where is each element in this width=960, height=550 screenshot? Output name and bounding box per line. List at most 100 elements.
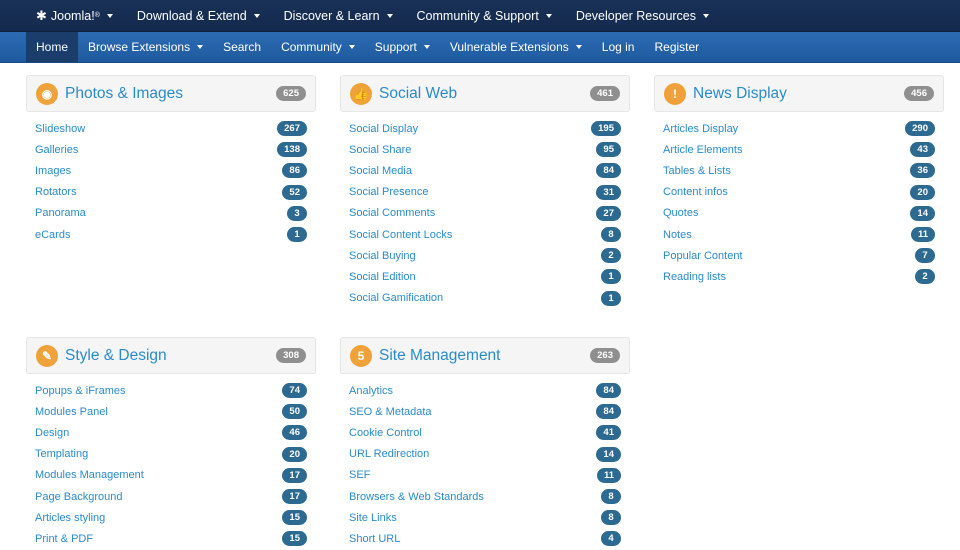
nav-item-support[interactable]: Support <box>365 32 440 62</box>
menu-developer-resources[interactable]: Developer Resources <box>564 0 721 32</box>
subcategory-list: Analytics 84 SEO & Metadata 84 Cookie Contro… <box>340 380 630 550</box>
subcategory-link[interactable]: Galleries 138 <box>35 139 307 160</box>
chevron-down-icon <box>423 45 430 49</box>
subcategory-link[interactable]: Modules Management 17 <box>35 465 307 486</box>
subcategory-link[interactable]: Short URL 4 <box>349 528 621 549</box>
camera-icon: ◉ <box>36 82 58 105</box>
subcategory-link[interactable]: Analytics 84 <box>349 380 621 401</box>
subcategory-link[interactable]: Social Share 95 <box>349 139 621 160</box>
subcategory-link[interactable]: SEO & Metadata 84 <box>349 401 621 422</box>
subcategory-count-badge: 27 <box>596 205 621 221</box>
chevron-down-icon <box>575 45 582 49</box>
subcategory-link[interactable]: SEF 11 <box>349 465 621 486</box>
category-header[interactable]: ! News Display 456 <box>654 75 944 112</box>
nav-item-label: Community <box>281 40 342 54</box>
subcategory-link[interactable]: Social Gamification 1 <box>349 288 621 309</box>
category-panel-site-management: 5 Site Management 263 Analytics 84 SEO & Meta… <box>340 337 630 550</box>
subcategory-link[interactable]: Print & PDF 15 <box>35 528 307 549</box>
subcategory-link[interactable]: Images 86 <box>35 160 307 181</box>
category-header[interactable]: ◉ Photos & Images 625 <box>26 75 316 112</box>
subcategory-label: Content infos <box>663 186 728 199</box>
subcategory-label: Images <box>35 164 72 177</box>
nav-item-community[interactable]: Community <box>271 32 365 62</box>
nav-item-vulnerable-extensions[interactable]: Vulnerable Extensions <box>440 32 592 62</box>
subcategory-link[interactable]: Articles styling 15 <box>35 507 307 528</box>
brush-icon: ✎ <box>36 344 58 367</box>
nav-item-label: Support <box>374 40 417 54</box>
subcategory-label: Popups & iFrames <box>35 384 126 397</box>
subcategory-link[interactable]: Content infos 20 <box>663 182 935 203</box>
subcategory-label: Site Links <box>349 511 397 524</box>
subcategory-link[interactable]: Social Display 195 <box>349 118 621 139</box>
nav-item-search[interactable]: Search <box>213 32 271 62</box>
subcategory-link[interactable]: Slideshow 267 <box>35 118 307 139</box>
subcategory-count-badge: 267 <box>277 121 307 137</box>
subcategory-count-badge: 14 <box>596 446 621 462</box>
subcategory-link[interactable]: Browsers & Web Standards 8 <box>349 486 621 507</box>
subcategory-link[interactable]: Cookie Control 41 <box>349 422 621 443</box>
category-title: Social Web <box>379 84 458 102</box>
subcategory-count-badge: 138 <box>277 142 307 158</box>
menu-community-support[interactable]: Community & Support <box>405 0 564 32</box>
subcategory-link[interactable]: Social Media 84 <box>349 160 621 181</box>
nav-item-register[interactable]: Register <box>644 32 709 62</box>
subcategory-count-badge: 36 <box>910 163 935 179</box>
subcategory-link[interactable]: Article Elements 43 <box>663 139 935 160</box>
nav-item-browse-extensions[interactable]: Browse Extensions <box>78 32 213 62</box>
menu-discover-learn[interactable]: Discover & Learn <box>272 0 405 32</box>
subcategory-link[interactable]: Popups & iFrames 74 <box>35 380 307 401</box>
subcategory-count-badge: 8 <box>601 510 621 526</box>
subcategory-link[interactable]: eCards 1 <box>35 224 307 245</box>
subcategory-label: Quotes <box>663 207 699 220</box>
subcategory-label: Design <box>35 426 70 439</box>
chevron-down-icon <box>197 45 204 49</box>
subcategory-link[interactable]: Social Content Locks 8 <box>349 224 621 245</box>
subcategory-link[interactable]: Social Buying 2 <box>349 245 621 266</box>
subcategory-label: Galleries <box>35 143 79 156</box>
subcategory-link[interactable]: Quotes 14 <box>663 203 935 224</box>
category-header[interactable]: 👍 Social Web 461 <box>340 75 630 112</box>
subcategory-count-badge: 290 <box>905 121 935 137</box>
subcategory-link[interactable]: Site Links 8 <box>349 507 621 528</box>
subcategory-link[interactable]: Rotators 52 <box>35 182 307 203</box>
menu-label: Download & Extend <box>136 8 247 23</box>
menu-download-extend[interactable]: Download & Extend <box>125 0 272 32</box>
nav-item-home[interactable]: Home <box>26 32 79 62</box>
subcategory-count-badge: 3 <box>287 205 307 221</box>
subcategory-link[interactable]: Articles Display 290 <box>663 118 935 139</box>
category-header[interactable]: 5 Site Management 263 <box>340 337 630 374</box>
subcategory-count-badge: 2 <box>915 269 935 285</box>
subcategory-count-badge: 84 <box>596 404 621 420</box>
subcategory-label: SEO & Metadata <box>349 405 432 418</box>
joomla-logo-icon: ✱ <box>36 7 47 23</box>
subcategory-link[interactable]: Tables & Lists 36 <box>663 160 935 181</box>
subcategory-link[interactable]: Notes 11 <box>663 224 935 245</box>
subcategory-label: Articles Display <box>663 122 739 135</box>
subcategory-count-badge: 8 <box>601 227 621 243</box>
subcategory-link[interactable]: Social Edition 1 <box>349 266 621 287</box>
subcategory-count-badge: 20 <box>910 184 935 200</box>
category-title: News Display <box>693 84 787 102</box>
subcategory-link[interactable]: Reading lists 2 <box>663 266 935 287</box>
category-title: Style & Design <box>65 346 167 364</box>
subcategory-link[interactable]: Social Comments 27 <box>349 203 621 224</box>
subcategory-link[interactable]: Popular Content 7 <box>663 245 935 266</box>
category-count-badge: 263 <box>590 348 620 363</box>
subcategory-count-badge: 84 <box>596 163 621 179</box>
subcategory-label: Social Comments <box>349 207 436 220</box>
subcategory-label: Rotators <box>35 186 77 199</box>
subcategory-label: Short URL <box>349 532 401 545</box>
subcategory-link[interactable]: Panorama 3 <box>35 203 307 224</box>
subcategory-link[interactable]: Modules Panel 50 <box>35 401 307 422</box>
subcategory-count-badge: 195 <box>591 121 621 137</box>
category-header[interactable]: ✎ Style & Design 308 <box>26 337 316 374</box>
brand-label: Joomla! <box>50 8 95 23</box>
subcategory-label: Social Share <box>349 143 412 156</box>
subcategory-link[interactable]: URL Redirection 14 <box>349 444 621 465</box>
subcategory-link[interactable]: Page Background 17 <box>35 486 307 507</box>
subcategory-link[interactable]: Design 46 <box>35 422 307 443</box>
subcategory-link[interactable]: Templating 20 <box>35 444 307 465</box>
joomla-brand-menu[interactable]: ✱ Joomla! ® <box>26 0 125 32</box>
subcategory-link[interactable]: Social Presence 31 <box>349 182 621 203</box>
nav-item-log-in[interactable]: Log in <box>592 32 645 62</box>
